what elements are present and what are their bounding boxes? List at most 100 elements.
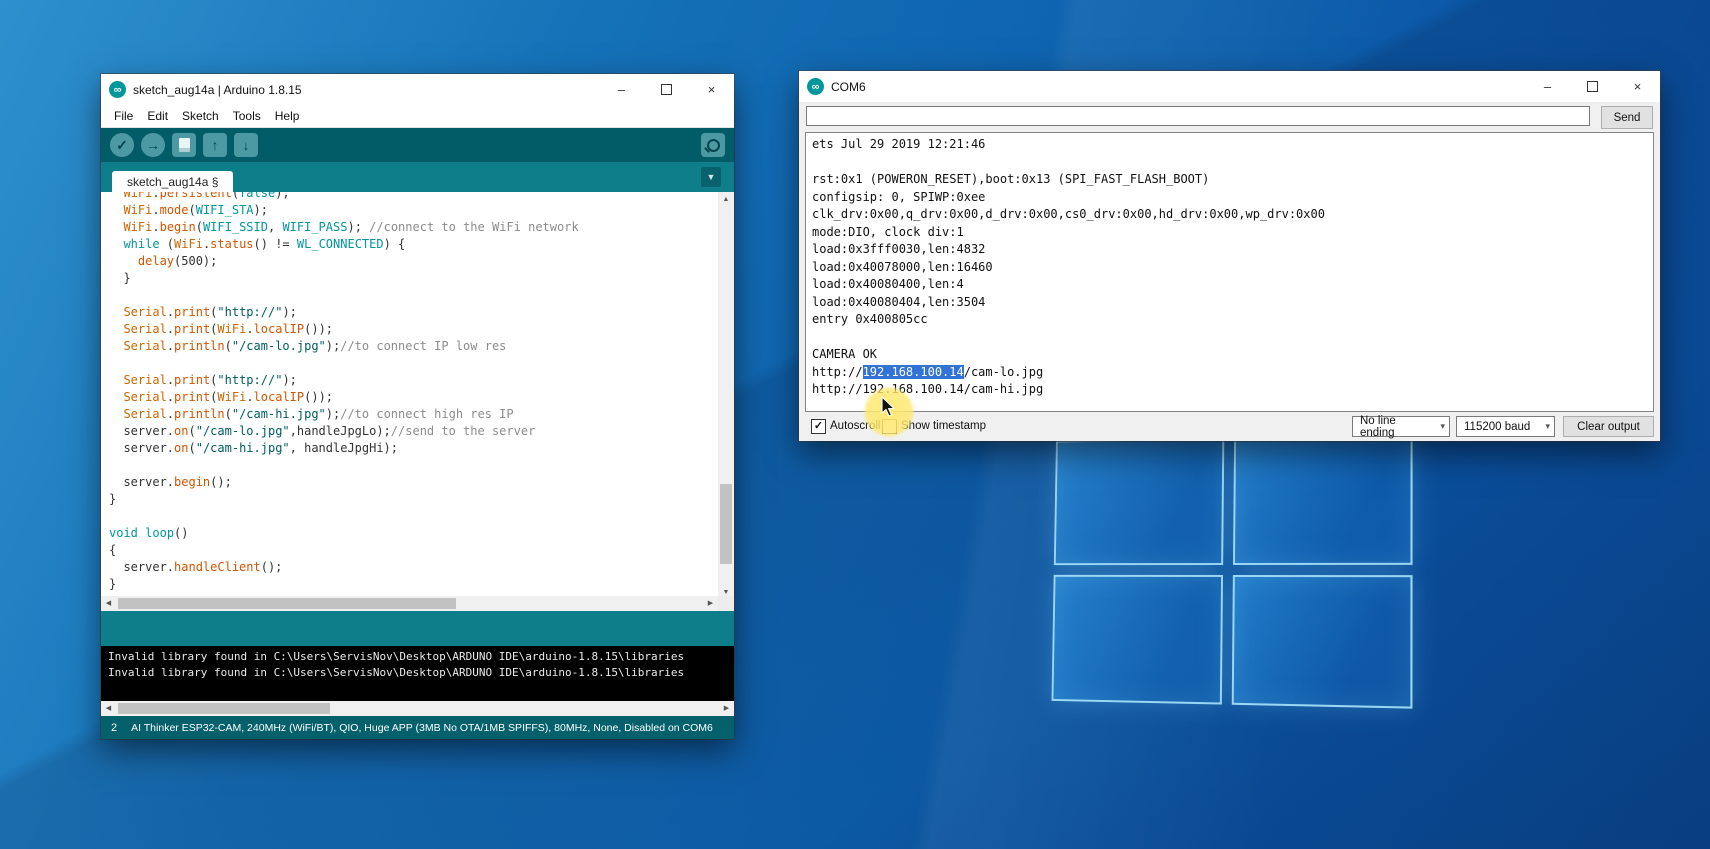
code-line: }: [109, 270, 734, 287]
console-output: Invalid library found in C:\Users\Servis…: [101, 646, 734, 702]
new-sketch-button[interactable]: [172, 133, 196, 157]
serial-bottom-bar: ✓ Autoscroll Show timestamp No line endi…: [799, 412, 1660, 441]
serial-titlebar: ∞ COM6 – ×: [799, 71, 1660, 102]
infinity-icon: ∞: [114, 84, 122, 96]
scroll-right-arrow-icon[interactable]: ▶: [719, 701, 734, 716]
editor-vertical-scrollbar[interactable]: ▲ ▼: [718, 192, 734, 596]
send-button[interactable]: Send: [1601, 106, 1653, 129]
tab-sketch[interactable]: sketch_aug14a §: [112, 171, 233, 192]
maximize-icon: [1587, 81, 1598, 92]
document-icon: [179, 138, 190, 152]
serial-monitor-button[interactable]: [701, 133, 725, 157]
status-message-band: [101, 611, 734, 646]
line-ending-value: No line ending: [1360, 415, 1432, 439]
menu-sketch[interactable]: Sketch: [175, 109, 226, 123]
horizontal-scroll-thumb[interactable]: [118, 598, 456, 609]
windows-logo-pane: [1052, 575, 1224, 705]
arduino-window-title: sketch_aug14a | Arduino 1.8.15: [133, 83, 302, 97]
menu-edit[interactable]: Edit: [140, 109, 175, 123]
check-icon: ✓: [116, 137, 128, 154]
serial-line: clk_drv:0x00,q_drv:0x00,d_drv:0x00,cs0_d…: [812, 206, 1647, 224]
code-line: while (WiFi.status() != WL_CONNECTED) {: [109, 236, 734, 253]
serial-line: [812, 154, 1647, 172]
tab-bar: sketch_aug14a § ▼: [101, 162, 734, 192]
code-line: [109, 457, 734, 474]
serial-send-input[interactable]: [806, 106, 1590, 126]
serial-monitor-window: ∞ COM6 – × Send ets Jul 29 2019 12:21:46…: [799, 71, 1660, 441]
code-line: Serial.println("/cam-hi.jpg");//to conne…: [109, 406, 734, 423]
serial-line: [812, 329, 1647, 347]
console-line: Invalid library found in C:\Users\Servis…: [108, 665, 727, 681]
line-ending-select[interactable]: No line ending ▾: [1352, 416, 1450, 437]
maximize-button[interactable]: [1570, 71, 1615, 102]
code-line: Serial.println("/cam-lo.jpg");//to conne…: [109, 338, 734, 355]
horizontal-scroll-thumb[interactable]: [118, 703, 330, 714]
autoscroll-label: Autoscroll: [830, 420, 881, 432]
serial-line: mode:DIO, clock div:1: [812, 224, 1647, 242]
code-line: server.handleClient();: [109, 559, 734, 576]
code-line: {: [109, 542, 734, 559]
serial-output[interactable]: ets Jul 29 2019 12:21:46 rst:0x1 (POWERO…: [805, 132, 1654, 412]
show-timestamp-checkbox[interactable]: [882, 419, 897, 434]
code-line: server.on("/cam-lo.jpg",handleJpgLo);//s…: [109, 423, 734, 440]
cursor-line-number: 2: [101, 722, 131, 734]
baud-rate-select[interactable]: 115200 baud ▾: [1456, 416, 1555, 437]
horizontal-scroll-track[interactable]: [116, 596, 703, 611]
show-timestamp-label: Show timestamp: [901, 420, 986, 432]
code-line: }: [109, 576, 734, 593]
save-button[interactable]: ↓: [234, 133, 258, 157]
menu-help[interactable]: Help: [268, 109, 307, 123]
code-editor[interactable]: WiFi.persistent(false); WiFi.mode(WIFI_S…: [101, 192, 734, 596]
serial-line: entry 0x400805cc: [812, 311, 1647, 329]
windows-logo-pane: [1054, 437, 1224, 565]
chevron-down-icon: ▾: [1537, 421, 1550, 432]
menu-bar: FileEditSketchToolsHelp: [101, 105, 734, 128]
minimize-button[interactable]: –: [1525, 71, 1570, 102]
magnifier-icon: [707, 139, 720, 152]
maximize-button[interactable]: [644, 74, 689, 105]
serial-window-title: COM6: [831, 80, 866, 94]
tab-dropdown-button[interactable]: ▼: [701, 167, 721, 187]
scroll-left-arrow-icon[interactable]: ◀: [101, 596, 116, 611]
status-bar: 2 AI Thinker ESP32-CAM, 240MHz (WiFi/BT)…: [101, 716, 734, 739]
arduino-app-icon: ∞: [807, 78, 824, 95]
vertical-scroll-thumb[interactable]: [720, 484, 732, 564]
code-text: WiFi.persistent(false); WiFi.mode(WIFI_S…: [101, 192, 734, 593]
editor-horizontal-scrollbar[interactable]: ◀ ▶: [101, 596, 734, 611]
screen: ∞ sketch_aug14a | Arduino 1.8.15 – × Fil…: [0, 0, 1710, 849]
code-line: Serial.print(WiFi.localIP());: [109, 389, 734, 406]
arrow-down-icon: ↓: [243, 137, 250, 153]
open-button[interactable]: ↑: [203, 133, 227, 157]
menu-file[interactable]: File: [107, 109, 140, 123]
arduino-ide-window: ∞ sketch_aug14a | Arduino 1.8.15 – × Fil…: [101, 74, 734, 739]
arduino-app-icon: ∞: [109, 81, 126, 98]
serial-line: http://192.168.100.14/cam-lo.jpg: [812, 364, 1647, 382]
upload-button[interactable]: →: [141, 133, 165, 157]
code-line: void loop(): [109, 525, 734, 542]
scroll-down-arrow-icon[interactable]: ▼: [719, 585, 734, 596]
menu-tools[interactable]: Tools: [226, 109, 268, 123]
serial-line: load:0x40080404,len:3504: [812, 294, 1647, 312]
scroll-right-arrow-icon[interactable]: ▶: [703, 596, 718, 611]
clear-output-button[interactable]: Clear output: [1563, 416, 1654, 437]
board-info: AI Thinker ESP32-CAM, 240MHz (WiFi/BT), …: [131, 722, 713, 734]
code-line: delay(500);: [109, 253, 734, 270]
arduino-titlebar: ∞ sketch_aug14a | Arduino 1.8.15 – ×: [101, 74, 734, 105]
verify-button[interactable]: ✓: [110, 133, 134, 157]
close-button[interactable]: ×: [689, 74, 734, 105]
serial-line: rst:0x1 (POWERON_RESET),boot:0x13 (SPI_F…: [812, 171, 1647, 189]
minimize-button[interactable]: –: [599, 74, 644, 105]
console-horizontal-scrollbar[interactable]: ◀ ▶: [101, 701, 734, 716]
scroll-up-arrow-icon[interactable]: ▲: [719, 192, 734, 207]
horizontal-scroll-track[interactable]: [116, 701, 719, 716]
maximize-icon: [661, 84, 672, 95]
scroll-left-arrow-icon[interactable]: ◀: [101, 701, 116, 716]
autoscroll-checkbox[interactable]: ✓: [811, 419, 826, 434]
chevron-down-icon: ▾: [1432, 421, 1445, 432]
windows-logo: [1052, 433, 1413, 709]
serial-line: ets Jul 29 2019 12:21:46: [812, 136, 1647, 154]
send-row: Send: [799, 102, 1660, 132]
windows-logo-pane: [1233, 433, 1413, 565]
code-line: Serial.print("http://");: [109, 372, 734, 389]
close-button[interactable]: ×: [1615, 71, 1660, 102]
